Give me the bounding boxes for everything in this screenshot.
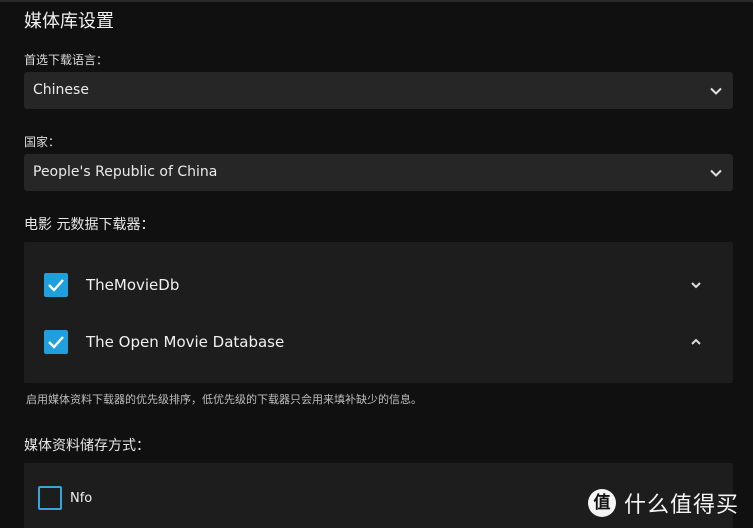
- chevron-up-icon[interactable]: [689, 335, 703, 349]
- themoviedb-label: TheMovieDb: [86, 276, 180, 294]
- language-label: 首选下载语言：: [24, 53, 109, 67]
- chevron-down-icon: [710, 169, 722, 177]
- section-title: 媒体库设置: [24, 11, 114, 32]
- omdb-label: The Open Movie Database: [86, 333, 285, 351]
- language-select[interactable]: Chinese: [24, 72, 733, 109]
- watermark-text: 什么值得买: [623, 493, 739, 518]
- metadata-savers-label: 媒体资料储存方式：: [24, 438, 150, 454]
- chevron-down-icon: [710, 87, 722, 95]
- themoviedb-checkbox[interactable]: [44, 273, 68, 297]
- downloader-priority-hint: 启用媒体资料下载器的优先级排序，低优先级的下载器只会用来填补缺少的信息。: [26, 393, 422, 406]
- downloader-row-themoviedb: TheMovieDb: [24, 265, 733, 305]
- movie-downloaders-label: 电影 元数据下载器：: [24, 217, 155, 233]
- country-select-value: People's Republic of China: [33, 164, 218, 180]
- watermark: 值 什么值得买: [587, 488, 739, 518]
- media-library-settings-page: 媒体库设置 首选下载语言： Chinese 国家： People's Repub…: [0, 0, 753, 528]
- checkmark-icon: [48, 279, 64, 292]
- movie-downloaders-list: TheMovieDb The Open Movie Database: [24, 242, 733, 383]
- downloader-row-omdb: The Open Movie Database: [24, 322, 733, 362]
- language-select-value: Chinese: [33, 82, 89, 98]
- country-label: 国家：: [24, 135, 61, 149]
- nfo-label: Nfo: [70, 491, 93, 506]
- chevron-down-icon[interactable]: [689, 278, 703, 292]
- omdb-checkbox[interactable]: [44, 330, 68, 354]
- top-divider: [0, 0, 753, 2]
- checkmark-icon: [48, 336, 64, 349]
- nfo-checkbox[interactable]: [38, 486, 62, 510]
- country-select[interactable]: People's Republic of China: [24, 154, 733, 191]
- watermark-logo: 值: [587, 489, 616, 517]
